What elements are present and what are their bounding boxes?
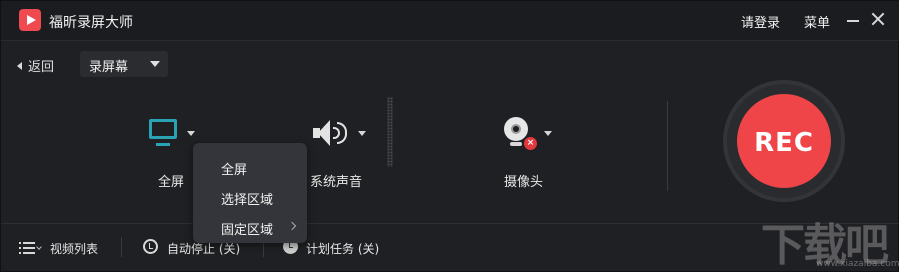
monitor-icon[interactable] — [149, 119, 177, 149]
speaker-icon[interactable] — [313, 119, 353, 149]
mode-select[interactable]: 录屏幕 — [80, 51, 168, 77]
audio-source-label: 系统声音 — [310, 175, 363, 190]
drag-grip[interactable] — [387, 97, 393, 167]
dropdown-item-fixed-area[interactable]: 固定区域 — [221, 219, 273, 238]
mode-select-label: 录屏幕 — [89, 60, 129, 75]
back-arrow-icon — [17, 62, 22, 70]
record-label: REC — [754, 128, 814, 158]
camera-dropdown-arrow-icon[interactable] — [544, 131, 552, 136]
divider — [121, 237, 122, 257]
title-bar: 福昕录屏大师 请登录 菜单 — [1, 1, 899, 41]
screen-source-dropdown: 全屏 选择区域 固定区域 — [193, 143, 307, 243]
back-button[interactable]: 返回 — [17, 56, 54, 75]
alarm-clock-icon[interactable] — [143, 239, 158, 254]
camera-label: 摄像头 — [504, 175, 544, 190]
divider — [667, 101, 668, 191]
app-window: 福昕录屏大师 请登录 菜单 返回 录屏幕 全屏 系统声音 × 摄像头 REC 视… — [0, 0, 899, 272]
audio-dropdown-arrow-icon[interactable] — [358, 131, 366, 136]
screen-dropdown-arrow-icon[interactable] — [187, 131, 195, 136]
close-icon[interactable] — [871, 12, 885, 26]
watermark-url: www.xiazaiba.com — [816, 259, 899, 269]
video-list-button[interactable]: 视频列表 — [50, 240, 98, 257]
minimize-icon[interactable] — [847, 20, 859, 22]
schedule-button[interactable]: 计划任务 (关) — [306, 240, 379, 257]
webcam-icon[interactable]: × — [504, 117, 537, 151]
menu-button[interactable]: 菜单 — [804, 12, 830, 31]
back-label: 返回 — [28, 60, 55, 75]
login-link[interactable]: 请登录 — [741, 12, 780, 31]
screen-source-label: 全屏 — [158, 175, 185, 190]
app-title: 福昕录屏大师 — [49, 15, 133, 31]
chevron-down-icon — [150, 61, 160, 67]
disabled-badge-icon: × — [524, 137, 537, 150]
chevron-right-icon — [287, 221, 297, 231]
app-logo-icon — [19, 9, 41, 31]
dropdown-item-fullscreen[interactable]: 全屏 — [221, 159, 247, 178]
dropdown-item-select-area[interactable]: 选择区域 — [221, 189, 273, 208]
list-icon[interactable] — [19, 242, 35, 254]
record-button-face[interactable]: REC — [737, 94, 831, 188]
record-button[interactable]: REC — [723, 80, 845, 202]
